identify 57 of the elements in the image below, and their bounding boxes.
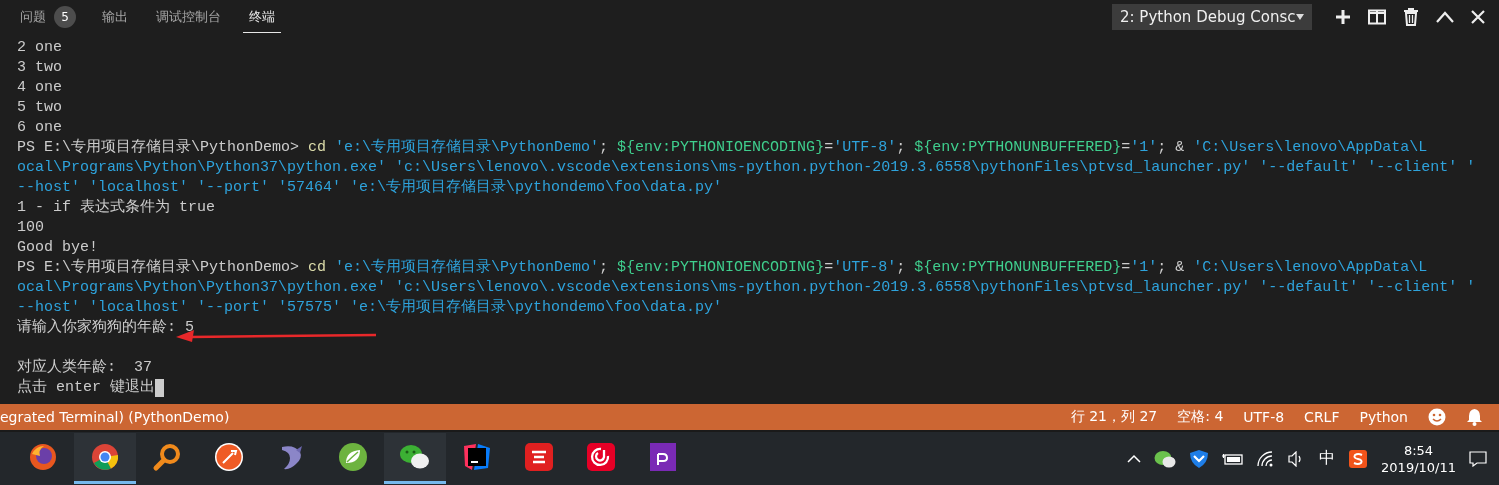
terminal-line: Good bye! [17,238,98,258]
terminal-line: PS E:\专用项目存储目录\PythonDemo> cd 'e:\专用项目存储目录\PythonDemo'; ${env:PYTHONIOENCODING}='UTF-8'; ${env:PYTHONUNBUFFERED}='1'; & 'C:\Users\lenovo\AppData\L [17,258,1428,278]
tile-icon [648,442,678,472]
terminal-line: PS E:\专用项目存储目录\PythonDemo> cd 'e:\专用项目存储目录\PythonDemo'; ${env:PYTHONIOENCODING}='UTF-8'; ${env:PYTHONUNBUFFERED}='1'; & 'C:\Users\lenovo\AppData\L [17,138,1428,158]
status-item[interactable]: UTF-8 [1243,409,1285,425]
terminal-line: 请输入你家狗狗的年龄: 5 [17,318,194,338]
terminal-line: 5 two [17,98,62,118]
split-icon[interactable] [1368,9,1386,25]
shield-icon[interactable] [1189,448,1210,469]
panel-tab[interactable]: 终端 [243,1,281,33]
status-item[interactable]: CRLF [1304,409,1340,425]
caret-icon [1296,14,1304,20]
notification-icon[interactable] [1469,450,1487,467]
status-text: egrated Terminal) (PythonDemo) [0,409,230,425]
clock-date[interactable]: 2019/10/11 [1381,458,1456,476]
text-cursor [155,379,164,397]
circle-logo-icon [214,442,244,472]
terminal-line: 点击 enter 键退出 [17,378,155,398]
terminal-line: 100 [17,218,44,238]
wheel-icon [90,442,120,472]
trash-icon[interactable] [1403,8,1419,26]
clock-time[interactable]: 8:54 [1403,441,1434,459]
battery-icon[interactable] [1222,451,1245,466]
ide-icon [462,442,492,472]
bell-icon[interactable] [1466,408,1483,426]
status-item[interactable]: 空格: 4 [1177,408,1224,426]
chevron-up-icon[interactable] [1436,11,1454,23]
panel-tab[interactable]: 调试控制台 [150,1,227,33]
taskbar-button[interactable] [384,433,446,484]
input-tool-icon[interactable] [1348,448,1369,469]
leaf-icon [338,442,368,472]
magnifier-icon [152,442,182,472]
tile-icon [524,442,554,472]
terminal-line: 对应人类年龄: 37 [17,358,152,378]
terminal-line: ocal\Programs\Python\Python37\python.exe' 'c:\Users\lenovo\.vscode\extensions\ms-python.python-2019.3.6558\pythonFiles\ptvsd_launcher.py' '--default' '--client' ' [17,158,1476,178]
taskbar-button[interactable] [74,433,136,484]
terminal-line: ocal\Programs\Python\Python37\python.exe' 'c:\Users\lenovo\.vscode\extensions\ms-python.python-2019.3.6558\pythonFiles\ptvsd_launcher.py' '--default' '--client' ' [17,278,1476,298]
panel-tab[interactable]: 问题 [14,1,52,33]
terminal-line: 2 one [17,38,62,58]
terminal-line: --host' 'localhost' '--port' '57575' 'e:\专用项目存储目录\pythondemo\foo\data.py' [17,298,723,318]
panel-tab[interactable]: 输出 [96,1,134,33]
globe-icon [28,442,58,472]
plus-icon[interactable] [1335,9,1351,25]
swirl-icon [586,442,616,472]
status-item[interactable]: 行 21，列 27 [1070,408,1158,426]
input-method-indicator[interactable]: 中 [1319,448,1336,469]
status-item[interactable]: Python [1359,409,1408,425]
terminal-line: 6 one [17,118,62,138]
terminal-line: 3 two [17,58,62,78]
terminal-dropdown[interactable]: 2: Python Debug Consc [1112,4,1312,30]
smiley-icon[interactable] [1428,408,1446,426]
chat-bubbles-icon[interactable] [1154,449,1177,468]
close-icon[interactable] [1471,10,1485,24]
terminal-line: 4 one [17,78,62,98]
terminal-line: 1 - if 表达式条件为 true [17,198,216,218]
count-badge: 5 [54,6,76,28]
terminal-line: --host' 'localhost' '--port' '57464' 'e:\专用项目存储目录\pythondemo\foo\data.py' [17,178,723,198]
